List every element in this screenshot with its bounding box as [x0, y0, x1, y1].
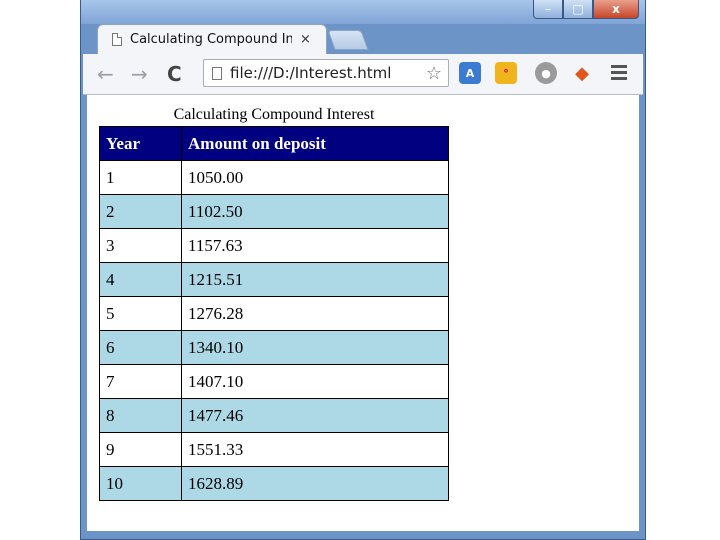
table-header-row: Year Amount on deposit: [99, 126, 449, 161]
table-row: 6 1340.10: [99, 330, 449, 365]
table-row: 10 1628.89: [99, 466, 449, 501]
browser-toolbar: ← → C file:///D:/Interest.html ☆ A ° ● ◆: [83, 54, 643, 95]
amount-cell: 1477.46: [181, 398, 449, 433]
forward-arrow-icon[interactable]: →: [131, 62, 148, 86]
tab-strip: Calculating Compound In ×: [81, 14, 645, 54]
tab-title: Calculating Compound In: [130, 32, 292, 47]
year-cell: 2: [99, 194, 182, 229]
translate-extension-icon[interactable]: A: [459, 62, 481, 84]
address-bar[interactable]: file:///D:/Interest.html ☆: [203, 59, 449, 87]
header-amount: Amount on deposit: [181, 126, 449, 161]
table-row: 7 1407.10: [99, 364, 449, 399]
year-cell: 10: [99, 466, 182, 501]
amount-cell: 1407.10: [181, 364, 449, 399]
amount-cell: 1102.50: [181, 194, 449, 229]
table-row: 8 1477.46: [99, 398, 449, 433]
reload-icon[interactable]: C: [167, 62, 182, 86]
year-cell: 3: [99, 228, 182, 263]
year-cell: 6: [99, 330, 182, 365]
new-tab-button[interactable]: [327, 30, 369, 50]
weather-extension-icon[interactable]: °: [495, 62, 517, 84]
menu-icon[interactable]: [611, 62, 627, 83]
document-icon: [112, 33, 122, 46]
tab-close-icon[interactable]: ×: [300, 32, 311, 47]
year-cell: 8: [99, 398, 182, 433]
amount-cell: 1157.63: [181, 228, 449, 263]
year-cell: 4: [99, 262, 182, 297]
back-arrow-icon[interactable]: ←: [97, 62, 114, 86]
amount-cell: 1050.00: [181, 160, 449, 195]
table-row: 1 1050.00: [99, 160, 449, 195]
table-row: 3 1157.63: [99, 228, 449, 263]
year-cell: 9: [99, 432, 182, 467]
settings-extension-icon[interactable]: ●: [535, 62, 557, 84]
browser-window: – □ x Calculating Compound In × ← → C fi…: [80, 0, 646, 540]
table-row: 5 1276.28: [99, 296, 449, 331]
table-row: 2 1102.50: [99, 194, 449, 229]
page-icon: [212, 66, 222, 80]
url-text: file:///D:/Interest.html: [230, 64, 392, 82]
table-row: 4 1215.51: [99, 262, 449, 297]
amount-cell: 1628.89: [181, 466, 449, 501]
bookmark-star-icon[interactable]: ☆: [426, 63, 442, 84]
interest-table: Year Amount on deposit 1 1050.00 2 1102.…: [99, 126, 449, 501]
amount-cell: 1340.10: [181, 330, 449, 365]
rocket-extension-icon[interactable]: ◆: [571, 62, 593, 84]
amount-cell: 1215.51: [181, 262, 449, 297]
table-row: 9 1551.33: [99, 432, 449, 467]
table-caption: Calculating Compound Interest: [173, 106, 375, 123]
header-year: Year: [99, 126, 182, 161]
year-cell: 5: [99, 296, 182, 331]
year-cell: 1: [99, 160, 182, 195]
amount-cell: 1551.33: [181, 432, 449, 467]
year-cell: 7: [99, 364, 182, 399]
page-viewport: Calculating Compound Interest Year Amoun…: [87, 95, 639, 531]
amount-cell: 1276.28: [181, 296, 449, 331]
tab-interest[interactable]: Calculating Compound In ×: [97, 24, 327, 54]
